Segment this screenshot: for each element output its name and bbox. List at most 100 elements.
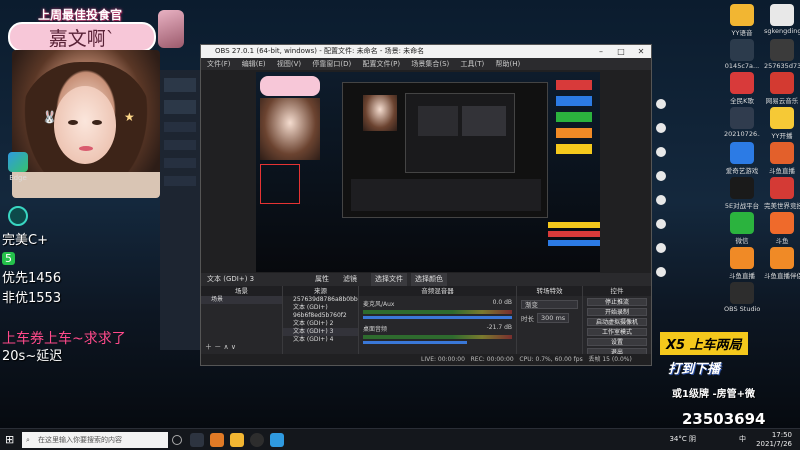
desktop-shortcut[interactable]: OBS Studio: [724, 282, 760, 313]
shortcut-label: 5E对战平台: [724, 202, 760, 210]
move-up-icon[interactable]: ∧: [223, 343, 228, 351]
source-item[interactable]: 文本 (GDI+) 4: [283, 336, 358, 344]
power-shortcut[interactable]: [4, 206, 32, 228]
task-view-icon[interactable]: [190, 433, 204, 447]
source-item[interactable]: 96b6f8ed5b760f2: [283, 312, 358, 320]
app-icon: [730, 247, 754, 269]
desktop-shortcut[interactable]: YY语音: [724, 4, 760, 37]
audio-mixer-dock: 音频混音器 麦克风/Aux 0.0 dB 桌面音频 -21.7 dB: [359, 286, 517, 354]
app-icon: [770, 177, 794, 199]
overlay-line-3: 优先1456: [2, 271, 62, 286]
obs-taskbar-icon[interactable]: [250, 433, 264, 447]
shortcut-label: 网易云音乐: [765, 97, 799, 105]
start-recording-button[interactable]: 开始录制: [587, 308, 647, 316]
desktop-shortcut[interactable]: 斗鱼: [764, 212, 800, 245]
start-virtual-camera-button[interactable]: 启动虚拟摄像机: [587, 318, 647, 326]
shortcut-label: OBS Studio: [724, 305, 760, 313]
menu-help[interactable]: 帮助(H): [496, 60, 521, 68]
desktop-shortcut[interactable]: 完美世界竞技平台: [764, 177, 800, 210]
settings-button[interactable]: 设置: [587, 338, 647, 346]
add-scene-icon[interactable]: ＋: [205, 343, 212, 351]
maximize-icon[interactable]: □: [611, 45, 631, 58]
menu-view[interactable]: 视图(V): [277, 60, 301, 68]
duration-label: 时长: [521, 315, 534, 323]
desktop-shortcut[interactable]: 5E对战平台: [724, 177, 760, 210]
obs-titlebar[interactable]: OBS 27.0.1 (64-bit, windows) - 配置文件: 未命名…: [201, 45, 651, 58]
edge-icon: [8, 152, 28, 172]
mixer-channel-db: 0.0 dB: [492, 299, 512, 306]
desktop-shortcut[interactable]: 20210726...: [724, 107, 760, 140]
status-cpu: CPU: 0.7%, 60.00 fps: [519, 356, 583, 363]
filters-button[interactable]: 滤镜: [343, 273, 357, 286]
duration-input[interactable]: 300 ms: [537, 313, 570, 323]
remove-scene-icon[interactable]: －: [214, 343, 221, 351]
shortcut-label: 爱奇艺游戏: [725, 167, 759, 175]
close-icon[interactable]: ✕: [631, 45, 651, 58]
overlay-pink-line: 上车券上车~求求了: [2, 331, 126, 347]
app-icon: [730, 39, 754, 61]
shortcut-label: 斗鱼直播伴侣: [764, 272, 800, 280]
studio-mode-button[interactable]: 工作室模式: [587, 328, 647, 336]
desktop-shortcut[interactable]: 全民K歌: [724, 72, 760, 105]
shortcut-label: 0145c7a...: [724, 62, 760, 70]
obs-window[interactable]: OBS 27.0.1 (64-bit, windows) - 配置文件: 未命名…: [200, 44, 652, 366]
sources-header: 来源: [283, 286, 358, 296]
select-file-button[interactable]: 选择文件: [371, 273, 407, 286]
banner: 上周最佳投食官 嘉文啊`: [8, 2, 184, 52]
properties-button[interactable]: 属性: [315, 273, 329, 286]
minimize-icon[interactable]: –: [591, 45, 611, 58]
desktop-shortcut[interactable]: 斗鱼直播: [724, 247, 760, 280]
input-language[interactable]: 中: [739, 435, 746, 444]
taskbar-search[interactable]: ⌕ 在这里输入你要搜索的内容: [22, 432, 168, 448]
desktop-shortcut[interactable]: 爱奇艺游戏: [724, 142, 760, 175]
overlay-x5-badge: X5 上车两局: [660, 332, 748, 355]
obs-menubar: 文件(F) 编辑(E) 视图(V) 停靠窗口(D) 配置文件(P) 场景集合(S…: [201, 58, 651, 70]
desktop-shortcut[interactable]: YY开播: [764, 107, 800, 140]
search-icon: ⌕: [26, 436, 30, 444]
app-icon: [770, 72, 794, 94]
transition-select[interactable]: 渐变: [521, 300, 578, 309]
desktop-shortcut[interactable]: 0145c7a...: [724, 39, 760, 70]
clock-time: 17:50: [771, 431, 792, 439]
menu-profile[interactable]: 配置文件(P): [362, 60, 400, 68]
obs-preview[interactable]: [256, 72, 600, 272]
volume-slider[interactable]: [363, 341, 468, 344]
menu-tools[interactable]: 工具(T): [461, 60, 485, 68]
menu-file[interactable]: 文件(F): [207, 60, 231, 68]
app-icon: [770, 247, 794, 269]
edge-shortcut[interactable]: Edge: [4, 152, 32, 182]
source-item[interactable]: 文本 (GDI+): [283, 304, 358, 312]
desktop-shortcut[interactable]: 微信: [724, 212, 760, 245]
app-icon: [730, 212, 754, 234]
menu-edit[interactable]: 编辑(E): [242, 60, 266, 68]
source-item[interactable]: 257639d8786a8b0bb: [283, 296, 358, 304]
source-item[interactable]: 文本 (GDI+) 3: [283, 328, 358, 336]
menu-scene-collection[interactable]: 场景集合(S): [411, 60, 449, 68]
source-item[interactable]: 文本 (GDI+) 2: [283, 320, 358, 328]
volume-meter: [363, 310, 512, 314]
desktop-shortcut[interactable]: 网易云音乐: [764, 72, 800, 105]
desktop-shortcut[interactable]: 斗鱼直播: [764, 142, 800, 175]
taskbar-app-icon[interactable]: [210, 433, 224, 447]
volume-slider[interactable]: [363, 316, 512, 319]
banner-avatar: [158, 10, 184, 48]
taskbar-app-icon[interactable]: [270, 433, 284, 447]
cortana-icon[interactable]: [172, 435, 182, 445]
sources-dock: 来源 257639d8786a8b0bb 文本 (GDI+) 96b6f8ed5…: [283, 286, 359, 354]
taskbar-app-icon[interactable]: [230, 433, 244, 447]
select-color-button[interactable]: 选择颜色: [411, 273, 447, 286]
desktop-shortcut[interactable]: 257635d73...: [764, 39, 800, 70]
stop-streaming-button[interactable]: 停止推流: [587, 298, 647, 306]
controls-header: 控件: [583, 286, 651, 296]
mixer-header: 音频混音器: [359, 286, 516, 296]
desktop-shortcut[interactable]: sgkengding: [764, 4, 800, 37]
controls-dock: 控件 停止推流 开始录制 启动虚拟摄像机 工作室模式 设置 退出: [583, 286, 651, 356]
desktop-shortcut[interactable]: 斗鱼直播伴侣: [764, 247, 800, 280]
menu-docks[interactable]: 停靠窗口(D): [312, 60, 351, 68]
move-down-icon[interactable]: ∨: [231, 343, 236, 351]
windows-start-icon[interactable]: ⊞: [5, 433, 14, 446]
app-icon: [770, 142, 794, 164]
overlay-rank: 或1级牌 -房管+微: [672, 389, 755, 400]
scene-item[interactable]: 场景: [201, 296, 282, 304]
power-icon: [8, 206, 28, 226]
